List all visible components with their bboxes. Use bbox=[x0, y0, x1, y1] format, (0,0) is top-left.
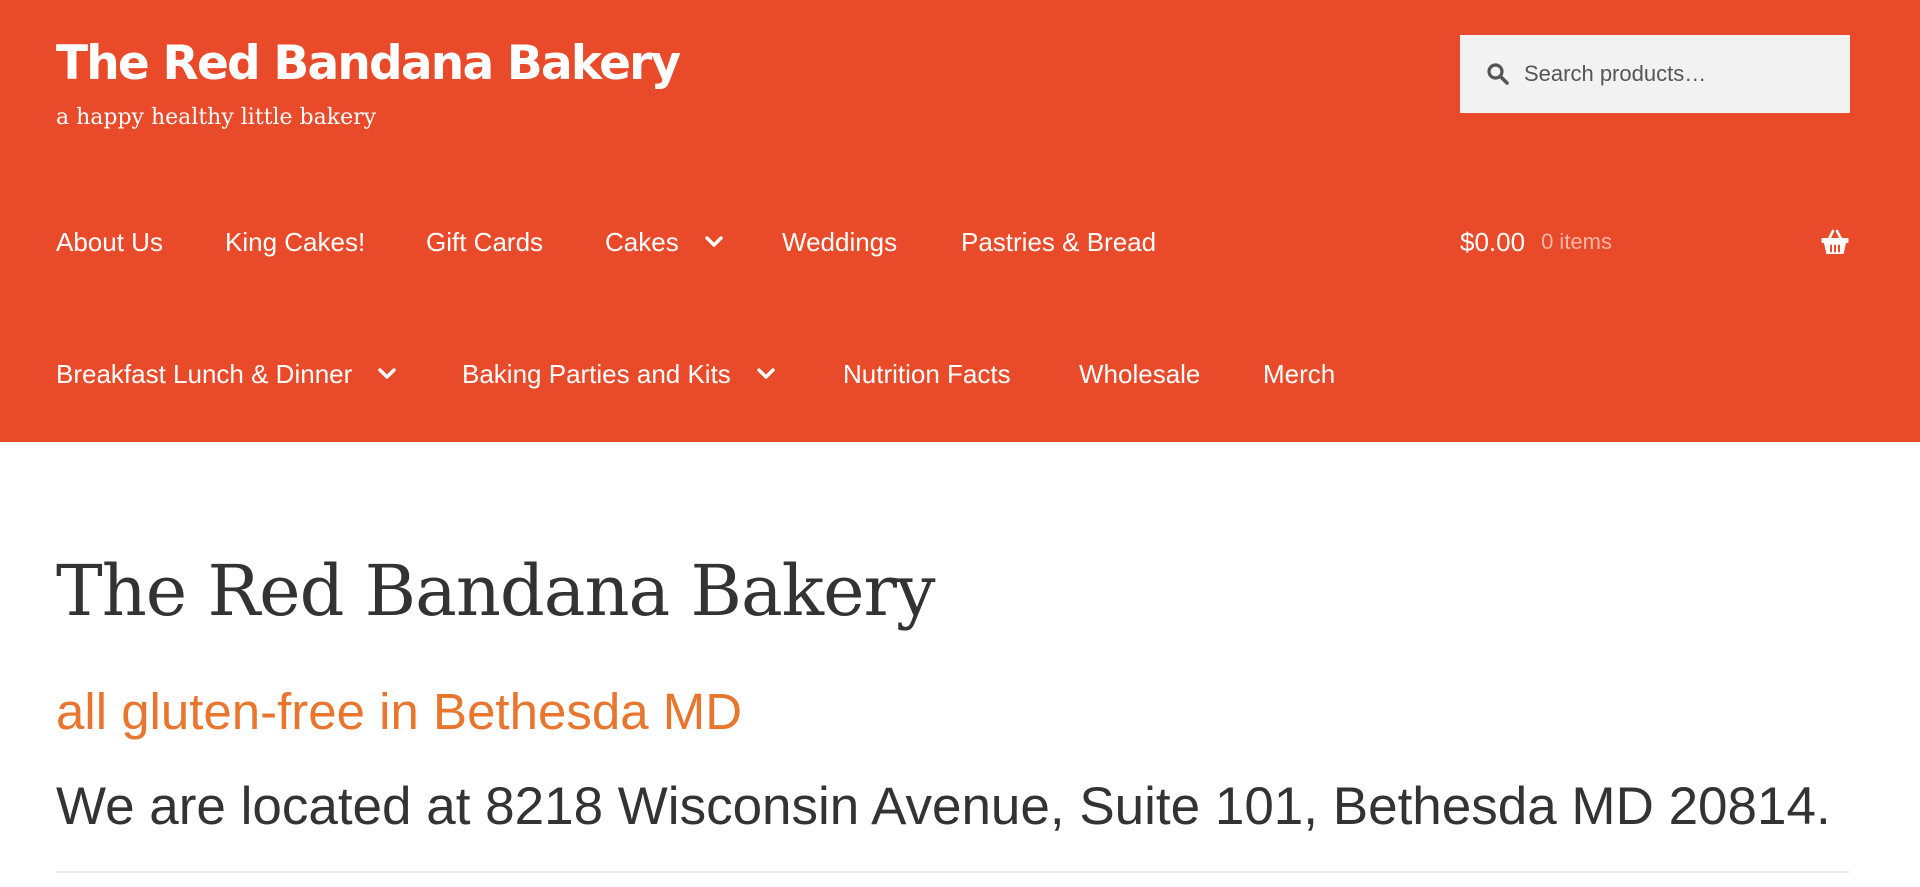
location-address: We are located at 8218 Wisconsin Avenue,… bbox=[56, 777, 1831, 836]
nav-item-nutrition-facts[interactable]: Nutrition Facts bbox=[843, 354, 1011, 394]
chevron-down-icon bbox=[757, 368, 775, 380]
site-tagline: a happy healthy little bakery bbox=[56, 105, 377, 130]
nav-item-label: About Us bbox=[56, 226, 163, 257]
nav-item-cakes[interactable]: Cakes bbox=[605, 222, 723, 262]
chevron-down-icon bbox=[378, 368, 396, 380]
nav-item-label: Pastries & Bread bbox=[961, 226, 1157, 257]
nav-item-king-cakes[interactable]: King Cakes! bbox=[225, 222, 365, 262]
nav-item-about-us[interactable]: About Us bbox=[56, 222, 163, 262]
nav-item-label: King Cakes! bbox=[225, 226, 366, 257]
nav-item-label: Merch bbox=[1263, 358, 1336, 389]
nav-item-label: Weddings bbox=[782, 226, 898, 257]
nav-item-label: Nutrition Facts bbox=[843, 358, 1011, 389]
cart-total: $0.00 bbox=[1460, 226, 1526, 257]
basket-icon[interactable] bbox=[1820, 228, 1850, 256]
nav-item-label: Gift Cards bbox=[426, 226, 544, 257]
nav-item-label: Cakes bbox=[605, 226, 679, 257]
nav-item-label: Baking Parties and Kits bbox=[462, 358, 731, 389]
nav-item-label: Breakfast Lunch & Dinner bbox=[56, 358, 353, 389]
chevron-down-icon bbox=[705, 236, 723, 248]
search-input[interactable] bbox=[1524, 61, 1824, 87]
nav-item-label: Wholesale bbox=[1079, 358, 1201, 389]
search-icon bbox=[1486, 62, 1510, 86]
product-search-box[interactable] bbox=[1460, 35, 1850, 113]
page-title: The Red Bandana Bakery bbox=[56, 550, 936, 632]
nav-item-weddings[interactable]: Weddings bbox=[782, 222, 897, 262]
nav-item-merch[interactable]: Merch bbox=[1263, 354, 1335, 394]
content-divider bbox=[56, 871, 1850, 873]
site-header: The Red Bandana Bakery a happy healthy l… bbox=[0, 0, 1920, 442]
nav-item-gift-cards[interactable]: Gift Cards bbox=[426, 222, 543, 262]
nav-item-baking-parties-kits[interactable]: Baking Parties and Kits bbox=[462, 354, 775, 394]
nav-item-breakfast-lunch-dinner[interactable]: Breakfast Lunch & Dinner bbox=[56, 354, 396, 394]
nav-item-wholesale[interactable]: Wholesale bbox=[1079, 354, 1200, 394]
page-subtitle: all gluten-free in Bethesda MD bbox=[56, 683, 743, 740]
cart-item-count: 0 items bbox=[1541, 229, 1612, 254]
site-title-link[interactable]: The Red Bandana Bakery bbox=[56, 36, 681, 92]
cart-link[interactable]: $0.00 0 items bbox=[1460, 222, 1850, 262]
nav-item-pastries-bread[interactable]: Pastries & Bread bbox=[961, 222, 1156, 262]
